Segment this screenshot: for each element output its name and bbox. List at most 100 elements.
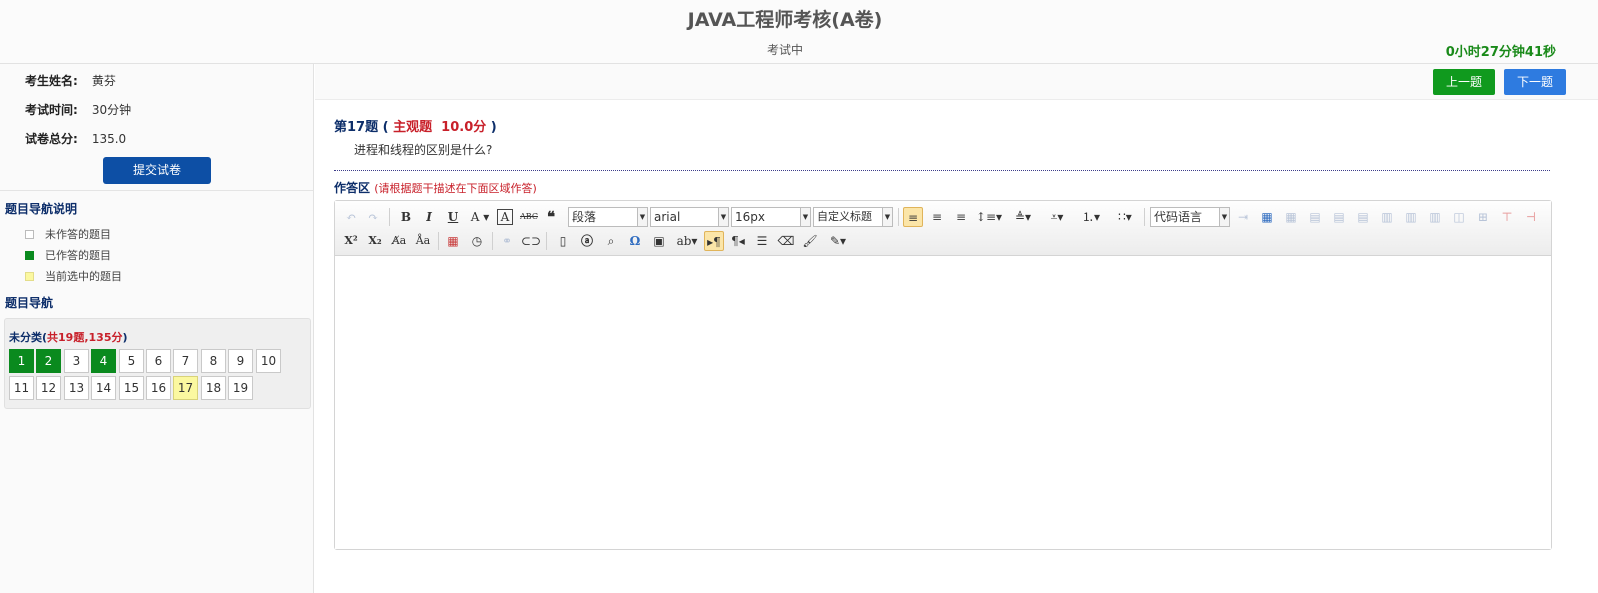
question-nav-item[interactable]: 15 [119, 376, 144, 400]
font-border-icon[interactable]: A [497, 209, 513, 225]
question-nav-item[interactable]: 13 [64, 376, 89, 400]
spellcheck-icon[interactable]: ab▾ [673, 231, 701, 251]
submit-exam-button[interactable]: 提交试卷 [103, 157, 211, 184]
clear-format-icon[interactable]: ✎▾ [824, 231, 852, 251]
underline-icon[interactable]: U [443, 207, 463, 227]
merge-right-icon[interactable]: ⊞ [1473, 207, 1493, 227]
indent-icon[interactable]: ⇥ [1233, 207, 1253, 227]
heading-select[interactable]: 自定义标题 ▼ [813, 207, 893, 227]
question-nav-item[interactable]: 8 [201, 349, 226, 373]
ordered-list-icon[interactable]: ⒈▾ [1077, 207, 1105, 227]
line-height-icon[interactable]: ↕≡▾ [975, 207, 1003, 227]
ltr-icon[interactable]: ▸¶ [704, 231, 724, 251]
insert-table-icon[interactable]: ▦ [1257, 207, 1277, 227]
link-icon[interactable]: ⊂⊃ [521, 231, 541, 251]
insert-row-above-icon[interactable]: ▤ [1305, 207, 1325, 227]
chevron-down-icon: ▼ [800, 208, 810, 226]
current-swatch [25, 272, 34, 281]
rtl-icon[interactable]: ¶◂ [728, 231, 748, 251]
delete-table-icon[interactable]: ▦ [1281, 207, 1301, 227]
unlink-icon[interactable]: ⚭ [497, 231, 517, 251]
align-center-icon[interactable]: ≡ [927, 207, 947, 227]
delete-col-icon[interactable]: ▥ [1425, 207, 1445, 227]
question-nav-item[interactable]: 14 [91, 376, 116, 400]
main-panel: 上一题 下一题 第17题 ( 主观题 10.0分 ) 进程和线程的区别是什么? … [315, 64, 1598, 593]
superscript-icon[interactable]: X² [341, 231, 361, 251]
nav-title: 题目导航 [5, 296, 54, 310]
answered-swatch [25, 251, 34, 260]
question-nav-item[interactable]: 7 [173, 349, 198, 373]
question-nav-item[interactable]: 3 [64, 349, 89, 373]
question-nav-item[interactable]: 12 [36, 376, 61, 400]
code-language-select[interactable]: 代码语言 ▼ [1150, 207, 1230, 227]
font-family-select[interactable]: arial ▼ [650, 207, 729, 227]
question-nav-item[interactable]: 17 [173, 376, 198, 400]
redo-icon[interactable]: ↷ [363, 207, 383, 227]
legend-label: 已作答的题目 [45, 249, 111, 262]
toolbar-separator [492, 232, 493, 250]
calendar-icon[interactable]: ▦ [443, 231, 463, 251]
clock-icon[interactable]: ◷ [467, 231, 487, 251]
code-language-value: 代码语言 [1154, 210, 1203, 224]
legend-item-answered: 已作答的题目 [25, 247, 111, 263]
paste-plain-icon[interactable]: ☰ [752, 231, 772, 251]
subscript-icon[interactable]: X₂ [365, 231, 385, 251]
question-nav-item[interactable]: 5 [119, 349, 144, 373]
split-cells-icon[interactable]: ⊣ [1521, 207, 1541, 227]
answer-input[interactable] [335, 256, 1551, 549]
insert-row-below-icon[interactable]: ▤ [1329, 207, 1349, 227]
question-type: 主观题 [393, 120, 433, 135]
font-family-value: arial [654, 210, 681, 224]
question-nav-item[interactable]: 11 [9, 376, 34, 400]
prev-question-button[interactable]: 上一题 [1433, 69, 1495, 95]
image-icon[interactable]: ▣ [649, 231, 669, 251]
question-text: 进程和线程的区别是什么? [354, 143, 493, 157]
align-left-icon[interactable]: ≡ [903, 207, 923, 227]
question-nav-item[interactable]: 9 [228, 349, 253, 373]
merge-down-icon[interactable]: ⊤ [1497, 207, 1517, 227]
candidate-name-row: 考生姓名: 黄芬 [25, 72, 116, 89]
question-nav-item[interactable]: 16 [146, 376, 171, 400]
question-nav-item[interactable]: 6 [146, 349, 171, 373]
question-nav-item[interactable]: 18 [201, 376, 226, 400]
question-nav-item[interactable]: 19 [228, 376, 253, 400]
format-match-icon[interactable]: A̸a [389, 231, 409, 251]
question-nav-item[interactable]: 10 [256, 349, 281, 373]
auto-typeset-icon[interactable]: Åa [413, 231, 433, 251]
anchor-icon[interactable]: ⓐ [577, 231, 597, 251]
exam-duration: 30分钟 [91, 103, 132, 117]
info-label: 考生姓名: [25, 74, 78, 88]
italic-icon[interactable]: I [419, 207, 439, 227]
info-label: 考试时间: [25, 103, 78, 117]
unordered-list-icon[interactable]: ∷▾ [1111, 207, 1139, 227]
answer-area-title: 作答区 (请根据题干描述在下面区域作答) [334, 179, 537, 196]
question-nav-item[interactable]: 1 [9, 349, 34, 373]
align-right-icon[interactable]: ≡ [951, 207, 971, 227]
special-chars-icon[interactable]: Ω [625, 231, 645, 251]
question-nav-item[interactable]: 4 [91, 349, 116, 373]
font-color-icon[interactable]: A ▾ [467, 207, 493, 227]
insert-col-right-icon[interactable]: ▥ [1401, 207, 1421, 227]
search-icon[interactable]: ⌕ [601, 231, 621, 251]
merge-cells-icon[interactable]: ◫ [1449, 207, 1469, 227]
next-question-button[interactable]: 下一题 [1504, 69, 1566, 95]
question-toolbar: 上一题 下一题 [315, 64, 1598, 100]
undo-icon[interactable]: ↶ [341, 207, 361, 227]
eraser-icon[interactable]: ⌫ [776, 231, 796, 251]
question-nav-item[interactable]: 2 [36, 349, 61, 373]
paragraph-spacing-bottom-icon[interactable]: ⩡▾ [1043, 207, 1071, 227]
strikethrough-icon[interactable]: ABC [519, 207, 539, 227]
toolbar-separator [389, 208, 390, 226]
blockquote-icon[interactable]: ❝ [541, 207, 561, 227]
font-size-select[interactable]: 16px ▼ [731, 207, 811, 227]
paragraph-spacing-top-icon[interactable]: ≜▾ [1009, 207, 1037, 227]
sidebar: 考生姓名: 黄芬 考试时间: 30分钟 试卷总分: 135.0 提交试卷 题目导… [0, 64, 314, 593]
page-break-icon[interactable]: ▯ [553, 231, 573, 251]
bold-icon[interactable]: B [396, 207, 416, 227]
insert-col-left-icon[interactable]: ▥ [1377, 207, 1397, 227]
format-brush-icon[interactable]: 🖌 [800, 231, 820, 251]
paragraph-select[interactable]: 段落 ▼ [568, 207, 648, 227]
candidate-name: 黄芬 [91, 74, 116, 88]
answer-title: 作答区 [334, 181, 371, 195]
delete-row-icon[interactable]: ▤ [1353, 207, 1373, 227]
